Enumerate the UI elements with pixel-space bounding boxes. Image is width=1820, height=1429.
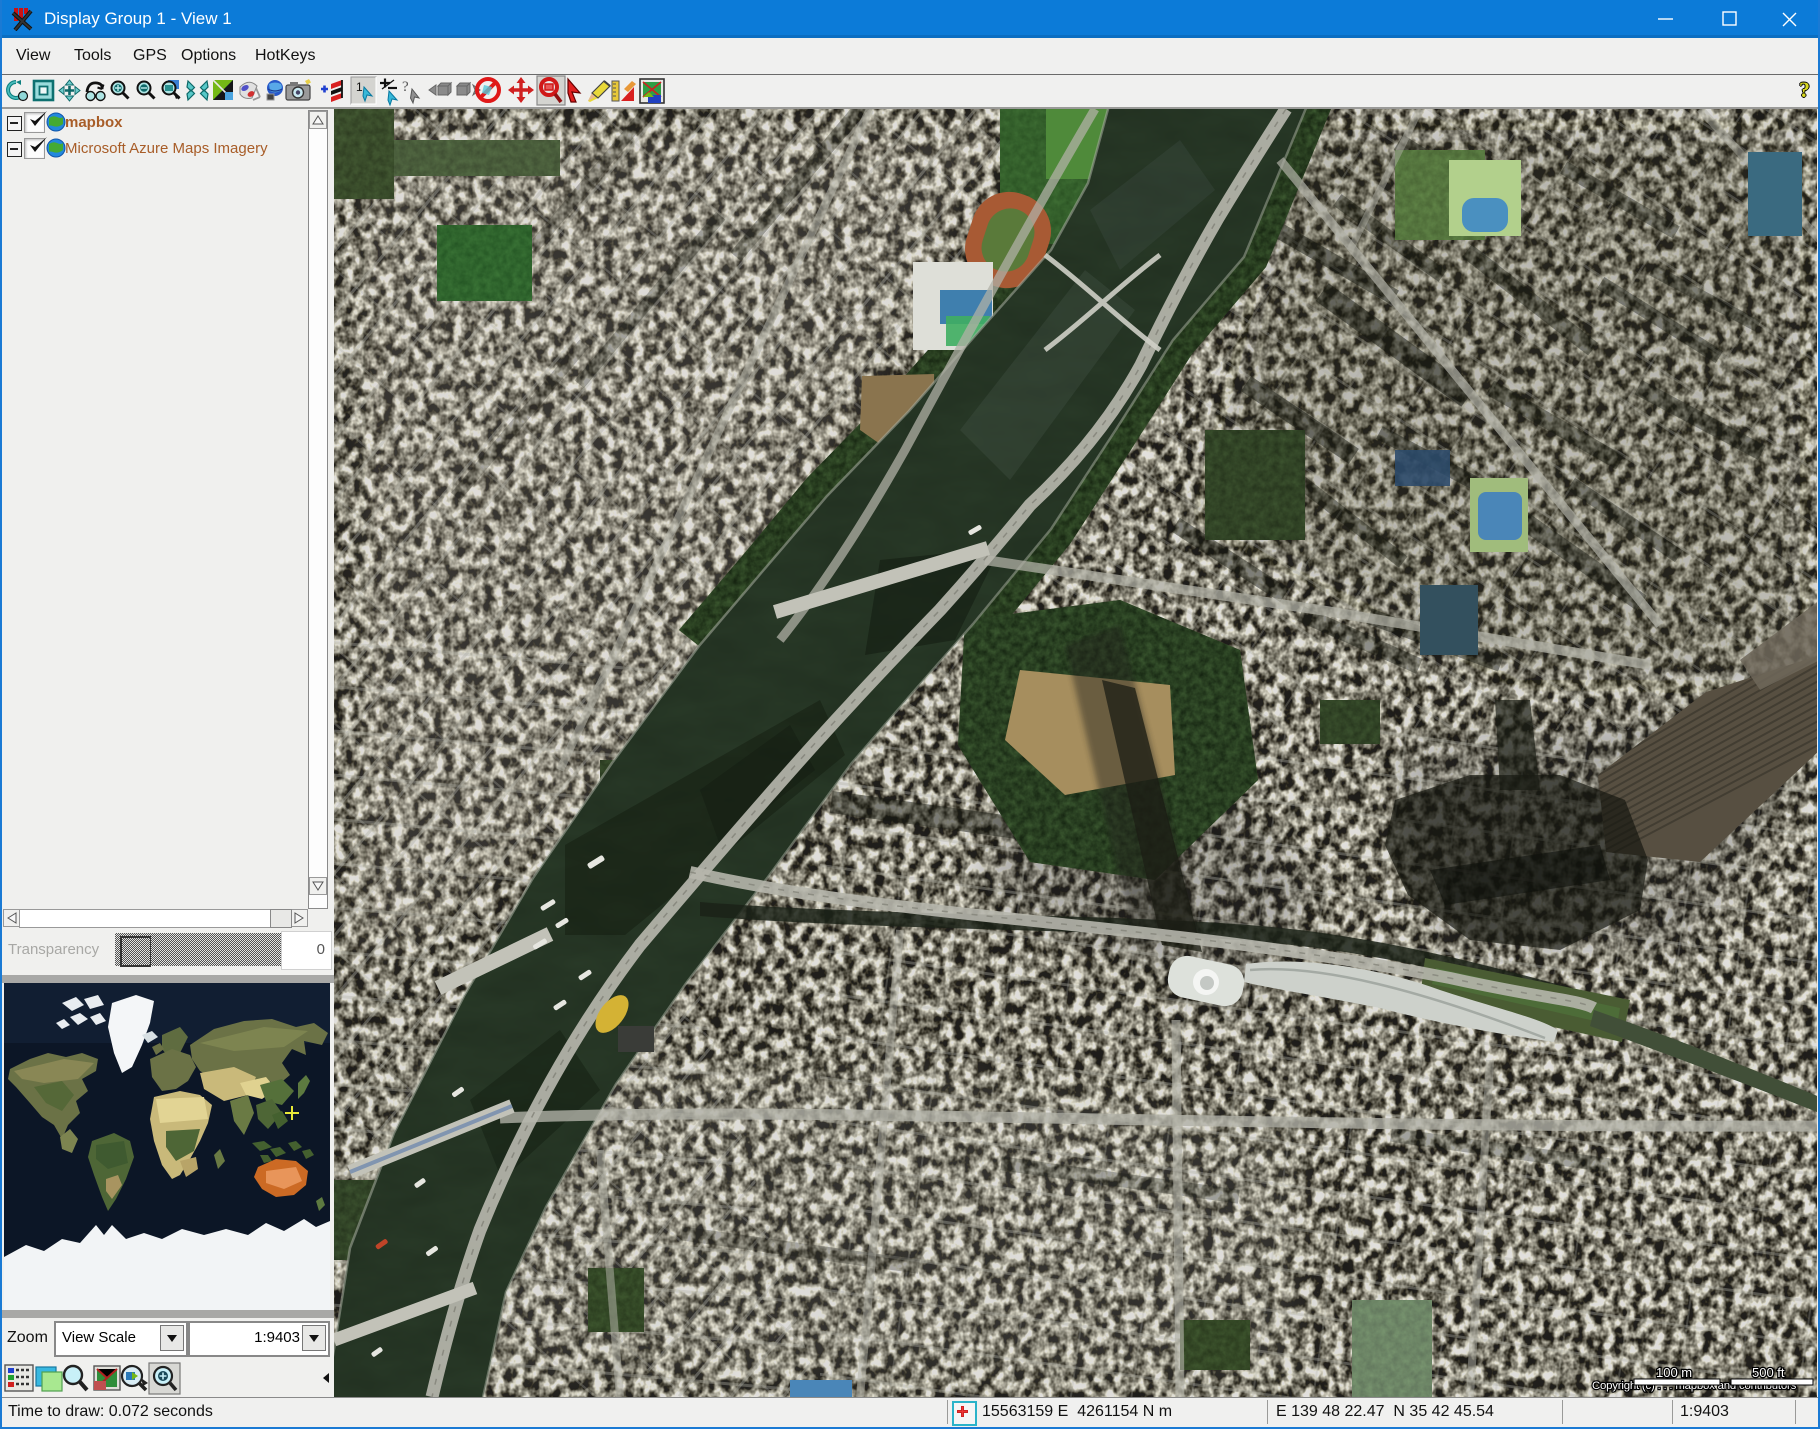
svg-text:100 m: 100 m [1656,1365,1692,1380]
svg-text:500 ft: 500 ft [1752,1365,1785,1380]
svg-text:?: ? [402,79,409,95]
svg-text:1: 1 [356,80,363,94]
